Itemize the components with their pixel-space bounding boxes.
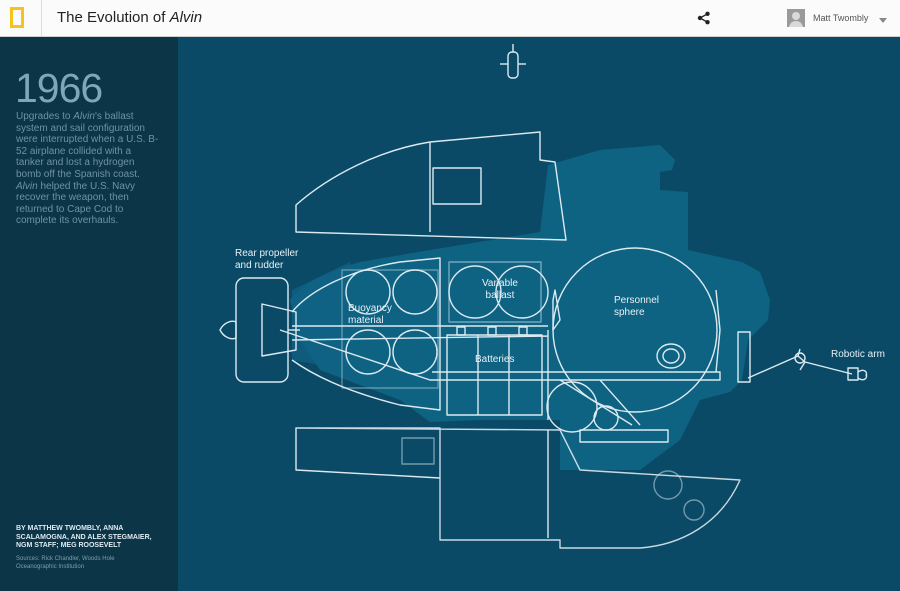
label-robotic-arm: Robotic arm	[831, 349, 885, 360]
avatar[interactable]	[787, 9, 805, 27]
label-batteries: Batteries	[475, 354, 515, 365]
label-rear-propeller: Rear propeller and rudder	[235, 248, 299, 271]
bottom-skid	[295, 427, 741, 549]
label-buoyancy-material: Buoyancy material	[348, 303, 392, 326]
label-personnel-sphere: Personnel sphere	[614, 295, 660, 318]
top-window	[432, 167, 482, 205]
page-title: The Evolution of Alvin	[57, 9, 202, 26]
label-variable-ballast: Variable ballast	[482, 278, 518, 301]
year-description: Upgrades to Alvin's ballast system and s…	[16, 111, 159, 227]
byline: By Matthew Twombly, Anna Scalamogna, and…	[16, 525, 152, 550]
yellow-border-logo-icon	[10, 7, 24, 28]
submarine-cutaway	[219, 44, 868, 549]
top-bar: The Evolution of Alvin Matt Twombly	[0, 0, 900, 37]
user-name[interactable]: Matt Twombly	[813, 13, 868, 23]
sources-note: Sources: Rick Chandler, Woods Hole Ocean…	[16, 556, 115, 570]
sidebar-panel: 1966 Upgrades to Alvin's ballast system …	[0, 37, 178, 591]
title-emphasis: Alvin	[169, 9, 203, 26]
mast	[507, 51, 519, 79]
title-prefix: The Evolution of	[57, 9, 170, 26]
top-fairing-outline	[295, 131, 567, 241]
submarine-diagram: Rear propeller and rudder Buoyancy materia…	[178, 37, 900, 591]
year-heading: 1966	[15, 65, 103, 111]
nat-geo-logo[interactable]	[0, 0, 42, 36]
share-icon[interactable]	[697, 11, 711, 25]
chevron-down-icon[interactable]	[879, 18, 887, 23]
